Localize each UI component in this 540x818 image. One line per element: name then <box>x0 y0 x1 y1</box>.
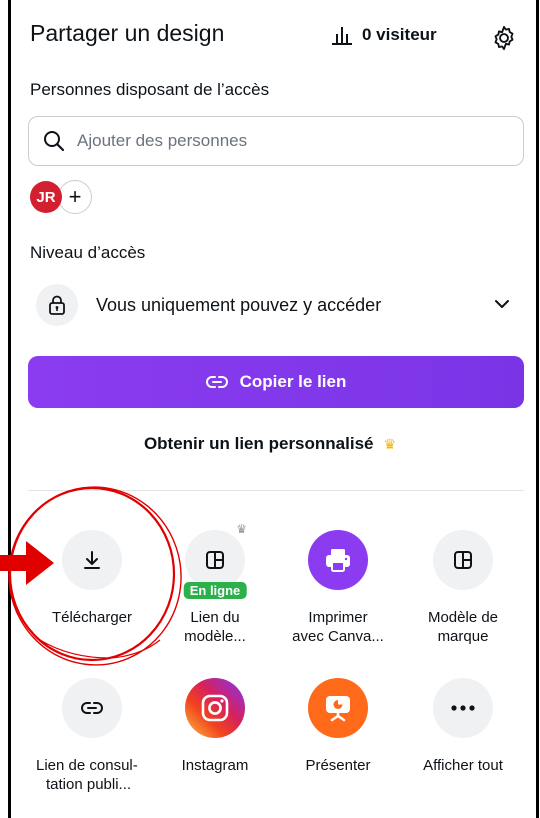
access-level-dropdown[interactable]: Vous uniquement pouvez y accéder <box>36 280 526 330</box>
more-icon <box>433 678 493 738</box>
custom-link-button[interactable]: Obtenir un lien personnalisé ♛ <box>0 434 540 454</box>
present-label: Présenter <box>305 757 371 774</box>
search-icon <box>44 131 65 152</box>
instagram-option[interactable]: Instagram <box>155 678 275 775</box>
left-border <box>8 0 11 818</box>
brand-template-label: Modèle de marque <box>403 608 523 646</box>
visitor-count-button[interactable]: 0 visiteur <box>330 24 437 46</box>
custom-link-label: Obtenir un lien personnalisé <box>143 434 374 453</box>
add-person-button[interactable]: + <box>58 180 92 214</box>
printer-icon <box>308 530 368 590</box>
gear-icon[interactable] <box>490 24 518 52</box>
add-people-input[interactable] <box>75 130 499 152</box>
link-icon <box>205 376 228 388</box>
link-icon <box>62 678 122 738</box>
print-label-line2: avec Canva... <box>292 628 384 645</box>
template-icon: ♛ En ligne <box>183 522 247 599</box>
annotation-arrow-icon <box>0 541 54 585</box>
public-view-link-label: Lien de consul- tation publi... <box>32 756 152 794</box>
brand-template-option[interactable]: Modèle de marque <box>403 530 523 646</box>
copy-link-button[interactable]: Copier le lien <box>28 356 524 408</box>
visitor-count-label: 0 visiteur <box>362 25 437 44</box>
copy-link-label: Copier le lien <box>239 372 347 391</box>
print-label: Imprimer avec Canva... <box>278 608 398 646</box>
instagram-icon <box>185 678 245 738</box>
public-view-link-option[interactable]: Lien de consul- tation publi... <box>32 678 152 794</box>
brand-template-label-line2: marque <box>437 628 489 645</box>
add-people-search[interactable] <box>28 116 524 166</box>
right-border <box>536 0 539 818</box>
presentation-icon <box>308 678 368 738</box>
template-icon <box>433 530 493 590</box>
public-view-label-line2: tation publi... <box>46 776 132 793</box>
public-view-label-line1: Lien de consul- <box>36 757 138 774</box>
print-label-line1: Imprimer <box>308 609 368 626</box>
see-all-option[interactable]: Afficher tout <box>403 678 523 775</box>
chevron-down-icon <box>495 300 509 308</box>
crown-icon: ♛ <box>383 436 397 453</box>
crown-icon: ♛ <box>236 522 247 536</box>
plus-icon: + <box>68 184 82 209</box>
access-level-value: Vous uniquement pouvez y accéder <box>96 294 382 315</box>
lock-icon <box>36 284 78 326</box>
avatar[interactable]: JR <box>30 181 62 213</box>
print-option[interactable]: Imprimer avec Canva... <box>278 530 398 646</box>
see-all-label: Afficher tout <box>423 757 503 774</box>
access-level-label: Niveau d’accès <box>30 243 146 262</box>
share-panel: Partager un design 0 visiteur Personnes … <box>0 0 540 818</box>
online-badge: En ligne <box>183 582 247 599</box>
insights-icon <box>332 27 352 45</box>
panel-title: Partager un design <box>30 20 225 46</box>
people-access-label: Personnes disposant de l’accès <box>30 80 270 99</box>
brand-template-label-line1: Modèle de <box>427 609 499 626</box>
instagram-label: Instagram <box>181 757 249 774</box>
present-option[interactable]: Présenter <box>278 678 398 775</box>
